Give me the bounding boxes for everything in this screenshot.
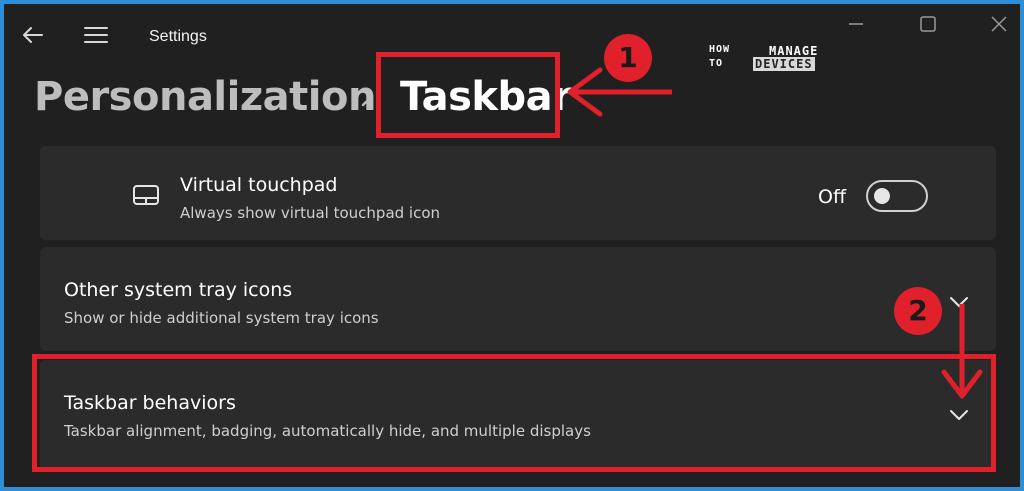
logo-to: TO <box>709 58 724 69</box>
logo-how: HOW <box>709 44 731 55</box>
toggle-state-label: Off <box>818 186 847 208</box>
virtual-touchpad-subtitle: Always show virtual touchpad icon <box>180 204 441 222</box>
virtual-touchpad-toggle[interactable] <box>866 180 928 212</box>
annotation-step-2: 2 <box>894 287 942 335</box>
annotation-highlight-taskbar <box>376 52 560 138</box>
other-tray-icons-subtitle: Show or hide additional system tray icon… <box>64 309 379 327</box>
annotation-highlight-behaviors <box>32 354 996 472</box>
minimize-icon[interactable] <box>844 12 868 36</box>
chevron-right-icon <box>361 87 373 107</box>
other-tray-icons-title: Other system tray icons <box>64 279 293 301</box>
touchpad-icon <box>133 185 159 205</box>
other-system-tray-icons-card[interactable]: Other system tray icons Show or hide add… <box>40 247 996 351</box>
app-title: Settings <box>149 28 207 45</box>
chevron-down-icon[interactable] <box>948 295 970 309</box>
back-arrow-icon[interactable] <box>20 22 46 48</box>
virtual-touchpad-title: Virtual touchpad <box>180 174 338 196</box>
annotation-step-1: 1 <box>604 34 652 82</box>
logo-devices: DEVICES <box>753 57 815 71</box>
close-icon[interactable] <box>987 12 1011 36</box>
breadcrumb-parent[interactable]: Personalization <box>34 74 376 120</box>
hamburger-menu-icon[interactable] <box>82 22 110 48</box>
toggle-knob <box>874 188 890 204</box>
settings-window: Settings HOW TO MANAGE DEVICES Personali… <box>4 4 1020 487</box>
logo-manage: MANAGE <box>769 44 819 58</box>
watermark-logo: HOW TO MANAGE DEVICES <box>709 44 837 76</box>
maximize-icon[interactable] <box>916 12 940 36</box>
virtual-touchpad-card[interactable]: Virtual touchpad Always show virtual tou… <box>40 146 996 240</box>
